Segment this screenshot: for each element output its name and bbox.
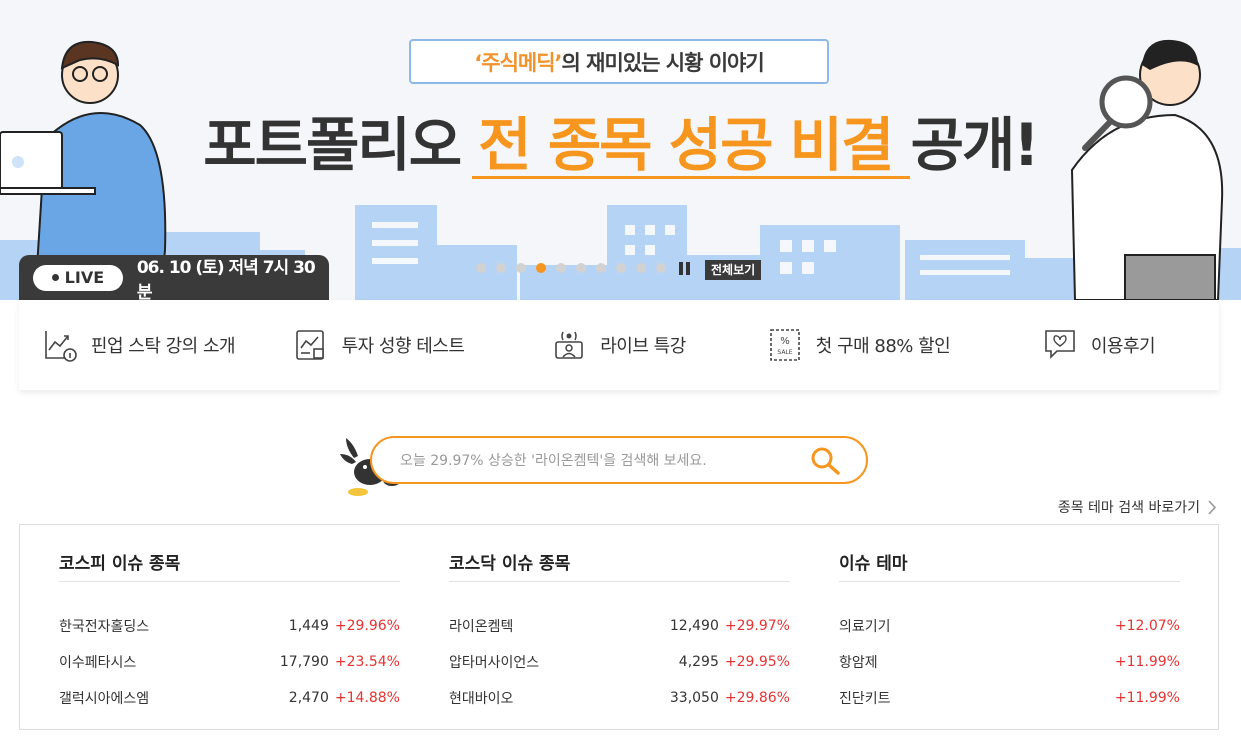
kosdaq-issue-column: 코스닥 이슈 종목 라이온켐텍 12,490 +29.97% 압타머사이언스 4… xyxy=(449,525,790,716)
theme-search-link[interactable]: 종목 테마 검색 바로가기 xyxy=(1058,497,1217,517)
kospi-row[interactable]: 이수페타시스 17,790 +23.54% xyxy=(59,644,400,680)
menu-label: 핀업 스탁 강의 소개 xyxy=(90,336,236,357)
menu-label: 투자 성향 테스트 xyxy=(341,336,465,357)
live-broadcast-icon xyxy=(555,331,584,359)
live-dot-icon xyxy=(51,274,59,281)
slide-dot[interactable] xyxy=(616,263,626,273)
slide-dot[interactable] xyxy=(576,263,586,273)
pause-icon[interactable] xyxy=(679,262,691,275)
kosdaq-title: 코스닥 이슈 종목 xyxy=(449,525,790,582)
kospi-title: 코스피 이슈 종목 xyxy=(59,525,400,582)
stock-name: 압타머사이언스 xyxy=(449,655,540,671)
svg-text:%: % xyxy=(780,336,790,347)
stock-change: +29.96% xyxy=(334,618,400,634)
live-label: LIVE xyxy=(64,268,105,287)
menu-item-reviews[interactable]: 이용후기 xyxy=(979,300,1219,390)
menu-item-first-purchase-discount[interactable]: % SALE 첫 구매 88% 할인 xyxy=(739,300,979,390)
theme-change: +11.99% xyxy=(1114,654,1180,670)
stock-name: 라이온켐텍 xyxy=(449,619,514,635)
theme-link-label: 종목 테마 검색 바로가기 xyxy=(1057,500,1200,516)
theme-name: 항암제 xyxy=(839,655,878,671)
quick-menu: 핀업 스탁 강의 소개 투자 성향 테스트 라이브 특강 % SALE 첫 구매… xyxy=(19,300,1219,390)
slide-dot[interactable] xyxy=(496,263,506,273)
live-datetime: 06. 10 (토) 저녁 7시 30분 xyxy=(136,257,316,301)
menu-label: 이용후기 xyxy=(1090,336,1156,357)
kospi-row[interactable]: 갤럭시아에스엠 2,470 +14.88% xyxy=(59,680,400,716)
slide-dot[interactable] xyxy=(476,263,486,273)
theme-row[interactable]: 의료기기 +12.07% xyxy=(839,608,1180,644)
live-badge: LIVE xyxy=(33,264,123,291)
menu-item-investment-test[interactable]: 투자 성향 테스트 xyxy=(259,300,499,390)
menu-item-lecture-intro[interactable]: 핀업 스탁 강의 소개 xyxy=(19,300,259,390)
stock-price: 4,295 xyxy=(678,654,719,670)
headline-highlight: 전 종목 성공 비결 xyxy=(478,111,894,179)
issue-panel: 코스피 이슈 종목 한국전자홀딩스 1,449 +29.96% 이수페타시스 1… xyxy=(19,524,1219,730)
kosdaq-row[interactable]: 압타머사이언스 4,295 +29.95% xyxy=(449,644,790,680)
stock-search-box xyxy=(370,436,868,484)
stock-change: +23.54% xyxy=(334,654,400,670)
theme-change: +11.99% xyxy=(1114,690,1180,706)
svg-text:SALE: SALE xyxy=(777,349,792,356)
stock-price: 12,490 xyxy=(669,618,719,634)
stock-price: 17,790 xyxy=(279,654,329,670)
slide-dot[interactable] xyxy=(536,263,546,273)
headline-post: 공개! xyxy=(910,111,1040,179)
theme-issue-column: 이슈 테마 의료기기 +12.07% 항암제 +11.99% 진단키트 +11.… xyxy=(839,525,1180,716)
stock-change: +29.95% xyxy=(724,654,790,670)
headline-underline xyxy=(472,176,910,179)
theme-name: 진단키트 xyxy=(839,691,891,707)
stock-name: 갤럭시아에스엠 xyxy=(59,691,150,707)
theme-name: 의료기기 xyxy=(839,619,891,635)
stock-name: 현대바이오 xyxy=(449,691,514,707)
search-input[interactable] xyxy=(400,450,800,472)
live-schedule-bar: LIVE 06. 10 (토) 저녁 7시 30분 xyxy=(19,255,329,300)
theme-title: 이슈 테마 xyxy=(839,525,1180,582)
search-icon[interactable] xyxy=(810,446,842,476)
slide-dot[interactable] xyxy=(516,263,526,273)
theme-row[interactable]: 진단키트 +11.99% xyxy=(839,680,1180,716)
banner-headline: 포트폴리오 전 종목 성공 비결 공개! xyxy=(0,98,1241,182)
slide-dot[interactable] xyxy=(656,263,666,273)
headline-pre: 포트폴리오 xyxy=(203,111,462,179)
stock-name: 한국전자홀딩스 xyxy=(59,619,150,635)
test-chart-icon xyxy=(295,330,324,360)
stock-price: 1,449 xyxy=(288,618,329,634)
banner-subtitle: ‘주식메딕’ 의 재미있는 시황 이야기 xyxy=(409,39,829,84)
kospi-issue-column: 코스피 이슈 종목 한국전자홀딩스 1,449 +29.96% 이수페타시스 1… xyxy=(59,525,400,716)
menu-label: 첫 구매 88% 할인 xyxy=(815,336,951,357)
stock-price: 33,050 xyxy=(669,690,719,706)
stock-price: 2,470 xyxy=(288,690,329,706)
sale-tag-icon: % SALE xyxy=(769,329,800,361)
slide-dot[interactable] xyxy=(636,263,646,273)
slide-indicators xyxy=(476,263,676,273)
chart-info-icon xyxy=(45,331,77,362)
kosdaq-row[interactable]: 라이온켐텍 12,490 +29.97% xyxy=(449,608,790,644)
stock-change: +29.86% xyxy=(724,690,790,706)
theme-change: +12.07% xyxy=(1114,618,1180,634)
stock-change: +29.97% xyxy=(724,618,790,634)
view-all-button[interactable]: 전체보기 xyxy=(705,260,762,280)
stock-name: 이수페타시스 xyxy=(59,655,137,671)
subtitle-highlight: ‘주식메딕’ xyxy=(474,50,562,75)
chevron-right-icon xyxy=(1208,499,1217,515)
subtitle-text: 의 재미있는 시황 이야기 xyxy=(561,50,765,75)
menu-item-live-lecture[interactable]: 라이브 특강 xyxy=(499,300,739,390)
slide-dot[interactable] xyxy=(556,263,566,273)
review-chat-icon xyxy=(1045,330,1075,359)
slide-dot[interactable] xyxy=(596,263,606,273)
menu-label: 라이브 특강 xyxy=(600,336,686,357)
stock-change: +14.88% xyxy=(334,690,400,706)
kospi-row[interactable]: 한국전자홀딩스 1,449 +29.96% xyxy=(59,608,400,644)
hero-banner[interactable]: ‘주식메딕’ 의 재미있는 시황 이야기 포트폴리오 전 종목 성공 비결 공개!… xyxy=(0,0,1241,300)
theme-row[interactable]: 항암제 +11.99% xyxy=(839,644,1180,680)
kosdaq-row[interactable]: 현대바이오 33,050 +29.86% xyxy=(449,680,790,716)
